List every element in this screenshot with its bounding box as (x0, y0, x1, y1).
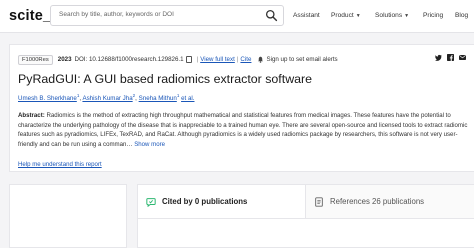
citations-tabs: Cited by 0 publications References 26 pu… (137, 184, 474, 248)
paper-title[interactable]: PyRadGUI: A GUI based radiomics extracto… (18, 72, 312, 86)
author-affiliation: 2 (132, 93, 136, 98)
mail-icon[interactable] (459, 54, 466, 61)
author-affiliation: 1 (176, 93, 180, 98)
et-al-link[interactable]: et al. (181, 95, 194, 102)
document-icon (315, 196, 323, 207)
view-full-text-link[interactable]: View full text (200, 56, 235, 63)
scite-logo[interactable]: scite_ (9, 8, 51, 24)
tab-references[interactable]: References 26 publications (306, 185, 474, 219)
nav-solutions-label: Solutions (375, 12, 403, 19)
tab-references-label: References 26 publications (330, 197, 425, 206)
nav-pricing[interactable]: Pricing (423, 12, 443, 19)
twitter-icon[interactable] (435, 54, 442, 61)
journal-badge[interactable]: F1000Res (18, 54, 53, 65)
search-input[interactable]: Search by title, author, keywords or DOI (50, 5, 284, 26)
abstract: Abstract: Radiomics is the method of ext… (18, 111, 470, 149)
chevron-down-icon: ▼ (404, 13, 410, 19)
nav-solutions[interactable]: Solutions ▼ (375, 12, 409, 19)
author-link[interactable]: Umesh B. Sherkhane (18, 95, 77, 102)
nav-assistant[interactable]: Assistant (293, 12, 320, 19)
abstract-label: Abstract: (18, 112, 45, 119)
separator: | (236, 56, 239, 63)
email-alerts-link[interactable]: Sign up to set email alerts (266, 56, 337, 63)
cite-link[interactable]: Cite (240, 56, 251, 63)
doi-text: DOI: 10.12688/f1000research.129826.1 (74, 56, 184, 63)
facebook-icon[interactable] (447, 54, 454, 61)
paper-meta-row: F1000Res 2023 DOI: 10.12688/f1000researc… (18, 53, 338, 66)
tab-cited-by[interactable]: Cited by 0 publications (138, 185, 306, 219)
abstract-text: Radiomics is the method of extracting hi… (18, 112, 468, 148)
author-list: Umesh B. Sherkhane1, Ashish Kumar Jha2, … (18, 93, 195, 103)
publication-year: 2023 (57, 56, 72, 63)
nav-product-label: Product (331, 12, 354, 19)
share-icons (435, 54, 466, 61)
nav-product[interactable]: Product ▼ (331, 12, 361, 19)
side-panel (9, 184, 127, 248)
paper-card: F1000Res 2023 DOI: 10.12688/f1000researc… (9, 44, 474, 172)
top-navigation-bar: scite_ Search by title, author, keywords… (0, 0, 474, 33)
chat-icon (146, 197, 156, 207)
chevron-down-icon: ▼ (355, 13, 361, 19)
search-placeholder: Search by title, author, keywords or DOI (59, 11, 174, 18)
separator: | (196, 56, 199, 63)
nav-blog[interactable]: Blog (455, 12, 468, 19)
author-link[interactable]: Sneha Mithun (139, 95, 177, 102)
author-affiliation: 1 (76, 93, 80, 98)
author-link[interactable]: Ashish Kumar Jha (82, 95, 132, 102)
show-more-link[interactable]: Show more (134, 141, 165, 148)
copy-icon[interactable] (185, 56, 192, 63)
search-icon[interactable] (265, 9, 278, 22)
help-understand-link[interactable]: Help me understand this report (18, 161, 102, 168)
bell-icon[interactable] (257, 56, 264, 63)
tab-cited-by-label: Cited by 0 publications (162, 197, 248, 206)
